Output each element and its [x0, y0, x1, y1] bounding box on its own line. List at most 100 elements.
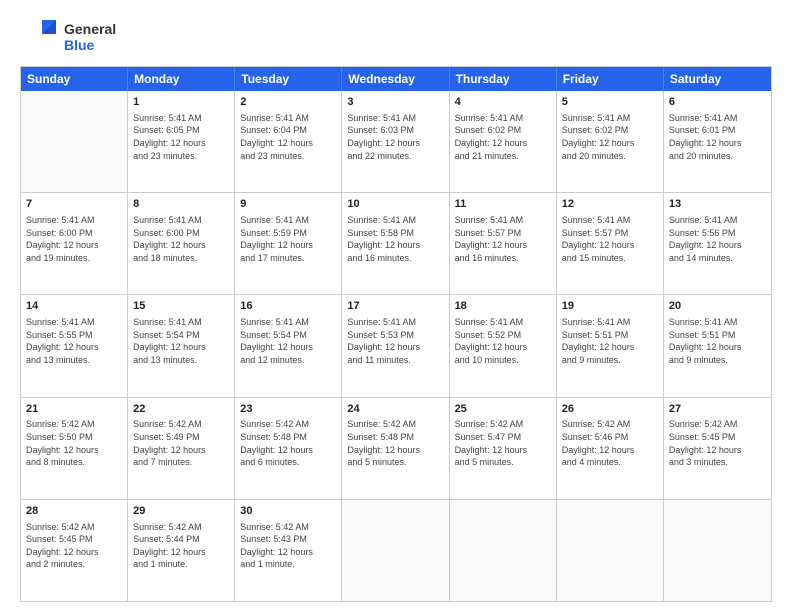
day-number: 2 — [240, 95, 336, 110]
logo-icon — [20, 18, 58, 56]
header-day-wednesday: Wednesday — [342, 67, 449, 91]
day-number: 21 — [26, 402, 122, 417]
day-cell-empty — [21, 91, 128, 192]
day-info: Sunrise: 5:42 AM Sunset: 5:45 PM Dayligh… — [669, 418, 766, 468]
day-info: Sunrise: 5:41 AM Sunset: 5:55 PM Dayligh… — [26, 316, 122, 366]
day-cell-3: 3 Sunrise: 5:41 AM Sunset: 6:03 PM Daylig… — [342, 91, 449, 192]
day-info: Sunrise: 5:41 AM Sunset: 5:53 PM Dayligh… — [347, 316, 443, 366]
day-number: 30 — [240, 504, 336, 519]
day-info: Sunrise: 5:41 AM Sunset: 5:56 PM Dayligh… — [669, 214, 766, 264]
day-cell-6: 6Sunrise: 5:41 AM Sunset: 6:01 PM Daylig… — [664, 91, 771, 192]
calendar-header: SundayMondayTuesdayWednesdayThursdayFrid… — [21, 67, 771, 91]
day-cell-27: 27Sunrise: 5:42 AM Sunset: 5:45 PM Dayli… — [664, 398, 771, 499]
day-number: 6 — [669, 95, 766, 110]
day-info: Sunrise: 5:41 AM Sunset: 6:02 PM Dayligh… — [562, 112, 658, 162]
week-row-2: 7 Sunrise: 5:41 AM Sunset: 6:00 PM Daylig… — [21, 192, 771, 294]
day-info: Sunrise: 5:42 AM Sunset: 5:46 PM Dayligh… — [562, 418, 658, 468]
day-cell-empty — [450, 500, 557, 601]
day-info: Sunrise: 5:41 AM Sunset: 6:03 PM Dayligh… — [347, 112, 443, 162]
day-info: Sunrise: 5:41 AM Sunset: 5:51 PM Dayligh… — [562, 316, 658, 366]
day-info: Sunrise: 5:41 AM Sunset: 5:52 PM Dayligh… — [455, 316, 551, 366]
day-info: Sunrise: 5:41 AM Sunset: 6:00 PM Dayligh… — [133, 214, 229, 264]
day-info: Sunrise: 5:41 AM Sunset: 6:02 PM Dayligh… — [455, 112, 551, 162]
day-number: 18 — [455, 299, 551, 314]
day-cell-26: 26Sunrise: 5:42 AM Sunset: 5:46 PM Dayli… — [557, 398, 664, 499]
day-number: 16 — [240, 299, 336, 314]
day-cell-10: 10 Sunrise: 5:41 AM Sunset: 5:58 PM Dayli… — [342, 193, 449, 294]
day-cell-1: 1 Sunrise: 5:41 AM Sunset: 6:05 PM Daylig… — [128, 91, 235, 192]
day-cell-14: 14Sunrise: 5:41 AM Sunset: 5:55 PM Dayli… — [21, 295, 128, 396]
day-cell-23: 23Sunrise: 5:42 AM Sunset: 5:48 PM Dayli… — [235, 398, 342, 499]
day-cell-21: 21Sunrise: 5:42 AM Sunset: 5:50 PM Dayli… — [21, 398, 128, 499]
day-info: Sunrise: 5:41 AM Sunset: 5:58 PM Dayligh… — [347, 214, 443, 264]
day-cell-empty — [664, 500, 771, 601]
day-number: 27 — [669, 402, 766, 417]
day-cell-30: 30Sunrise: 5:42 AM Sunset: 5:43 PM Dayli… — [235, 500, 342, 601]
day-cell-5: 5 Sunrise: 5:41 AM Sunset: 6:02 PM Daylig… — [557, 91, 664, 192]
day-info: Sunrise: 5:41 AM Sunset: 5:57 PM Dayligh… — [455, 214, 551, 264]
day-info: Sunrise: 5:41 AM Sunset: 6:00 PM Dayligh… — [26, 214, 122, 264]
day-cell-22: 22Sunrise: 5:42 AM Sunset: 5:49 PM Dayli… — [128, 398, 235, 499]
day-cell-empty — [342, 500, 449, 601]
day-info: Sunrise: 5:41 AM Sunset: 5:54 PM Dayligh… — [240, 316, 336, 366]
day-info: Sunrise: 5:41 AM Sunset: 5:51 PM Dayligh… — [669, 316, 766, 366]
day-cell-12: 12 Sunrise: 5:41 AM Sunset: 5:57 PM Dayli… — [557, 193, 664, 294]
day-cell-17: 17 Sunrise: 5:41 AM Sunset: 5:53 PM Dayli… — [342, 295, 449, 396]
header-day-thursday: Thursday — [450, 67, 557, 91]
day-number: 26 — [562, 402, 658, 417]
day-info: Sunrise: 5:41 AM Sunset: 5:59 PM Dayligh… — [240, 214, 336, 264]
day-number: 4 — [455, 95, 551, 110]
logo-general: General — [64, 21, 116, 37]
day-number: 3 — [347, 95, 443, 110]
day-info: Sunrise: 5:42 AM Sunset: 5:44 PM Dayligh… — [133, 521, 229, 571]
day-cell-11: 11 Sunrise: 5:41 AM Sunset: 5:57 PM Dayli… — [450, 193, 557, 294]
day-cell-18: 18 Sunrise: 5:41 AM Sunset: 5:52 PM Dayli… — [450, 295, 557, 396]
day-cell-15: 15 Sunrise: 5:41 AM Sunset: 5:54 PM Dayli… — [128, 295, 235, 396]
day-number: 12 — [562, 197, 658, 212]
day-cell-29: 29 Sunrise: 5:42 AM Sunset: 5:44 PM Dayli… — [128, 500, 235, 601]
calendar-body: 1 Sunrise: 5:41 AM Sunset: 6:05 PM Daylig… — [21, 91, 771, 601]
week-row-5: 28Sunrise: 5:42 AM Sunset: 5:45 PM Dayli… — [21, 499, 771, 601]
day-cell-8: 8 Sunrise: 5:41 AM Sunset: 6:00 PM Daylig… — [128, 193, 235, 294]
day-number: 24 — [347, 402, 443, 417]
week-row-4: 21Sunrise: 5:42 AM Sunset: 5:50 PM Dayli… — [21, 397, 771, 499]
day-info: Sunrise: 5:42 AM Sunset: 5:49 PM Dayligh… — [133, 418, 229, 468]
day-number: 9 — [240, 197, 336, 212]
calendar: SundayMondayTuesdayWednesdayThursdayFrid… — [20, 66, 772, 602]
day-cell-28: 28Sunrise: 5:42 AM Sunset: 5:45 PM Dayli… — [21, 500, 128, 601]
day-cell-20: 20Sunrise: 5:41 AM Sunset: 5:51 PM Dayli… — [664, 295, 771, 396]
header-day-tuesday: Tuesday — [235, 67, 342, 91]
day-info: Sunrise: 5:42 AM Sunset: 5:48 PM Dayligh… — [240, 418, 336, 468]
header: GeneralBlue — [20, 18, 772, 56]
day-number: 8 — [133, 197, 229, 212]
day-number: 28 — [26, 504, 122, 519]
header-day-saturday: Saturday — [664, 67, 771, 91]
page: GeneralBlue SundayMondayTuesdayWednesday… — [0, 0, 792, 612]
day-cell-24: 24Sunrise: 5:42 AM Sunset: 5:48 PM Dayli… — [342, 398, 449, 499]
logo-blue: Blue — [64, 37, 116, 53]
day-info: Sunrise: 5:41 AM Sunset: 5:57 PM Dayligh… — [562, 214, 658, 264]
day-cell-9: 9 Sunrise: 5:41 AM Sunset: 5:59 PM Daylig… — [235, 193, 342, 294]
day-info: Sunrise: 5:41 AM Sunset: 6:04 PM Dayligh… — [240, 112, 336, 162]
day-number: 23 — [240, 402, 336, 417]
day-number: 17 — [347, 299, 443, 314]
header-day-sunday: Sunday — [21, 67, 128, 91]
day-info: Sunrise: 5:42 AM Sunset: 5:47 PM Dayligh… — [455, 418, 551, 468]
day-number: 7 — [26, 197, 122, 212]
day-info: Sunrise: 5:41 AM Sunset: 6:05 PM Dayligh… — [133, 112, 229, 162]
day-number: 10 — [347, 197, 443, 212]
day-number: 5 — [562, 95, 658, 110]
week-row-1: 1 Sunrise: 5:41 AM Sunset: 6:05 PM Daylig… — [21, 91, 771, 192]
day-cell-2: 2 Sunrise: 5:41 AM Sunset: 6:04 PM Daylig… — [235, 91, 342, 192]
day-number: 29 — [133, 504, 229, 519]
day-cell-13: 13Sunrise: 5:41 AM Sunset: 5:56 PM Dayli… — [664, 193, 771, 294]
day-cell-4: 4 Sunrise: 5:41 AM Sunset: 6:02 PM Daylig… — [450, 91, 557, 192]
day-info: Sunrise: 5:42 AM Sunset: 5:50 PM Dayligh… — [26, 418, 122, 468]
day-info: Sunrise: 5:41 AM Sunset: 5:54 PM Dayligh… — [133, 316, 229, 366]
day-number: 11 — [455, 197, 551, 212]
header-day-friday: Friday — [557, 67, 664, 91]
day-cell-25: 25Sunrise: 5:42 AM Sunset: 5:47 PM Dayli… — [450, 398, 557, 499]
day-number: 1 — [133, 95, 229, 110]
logo: GeneralBlue — [20, 18, 116, 56]
day-number: 15 — [133, 299, 229, 314]
